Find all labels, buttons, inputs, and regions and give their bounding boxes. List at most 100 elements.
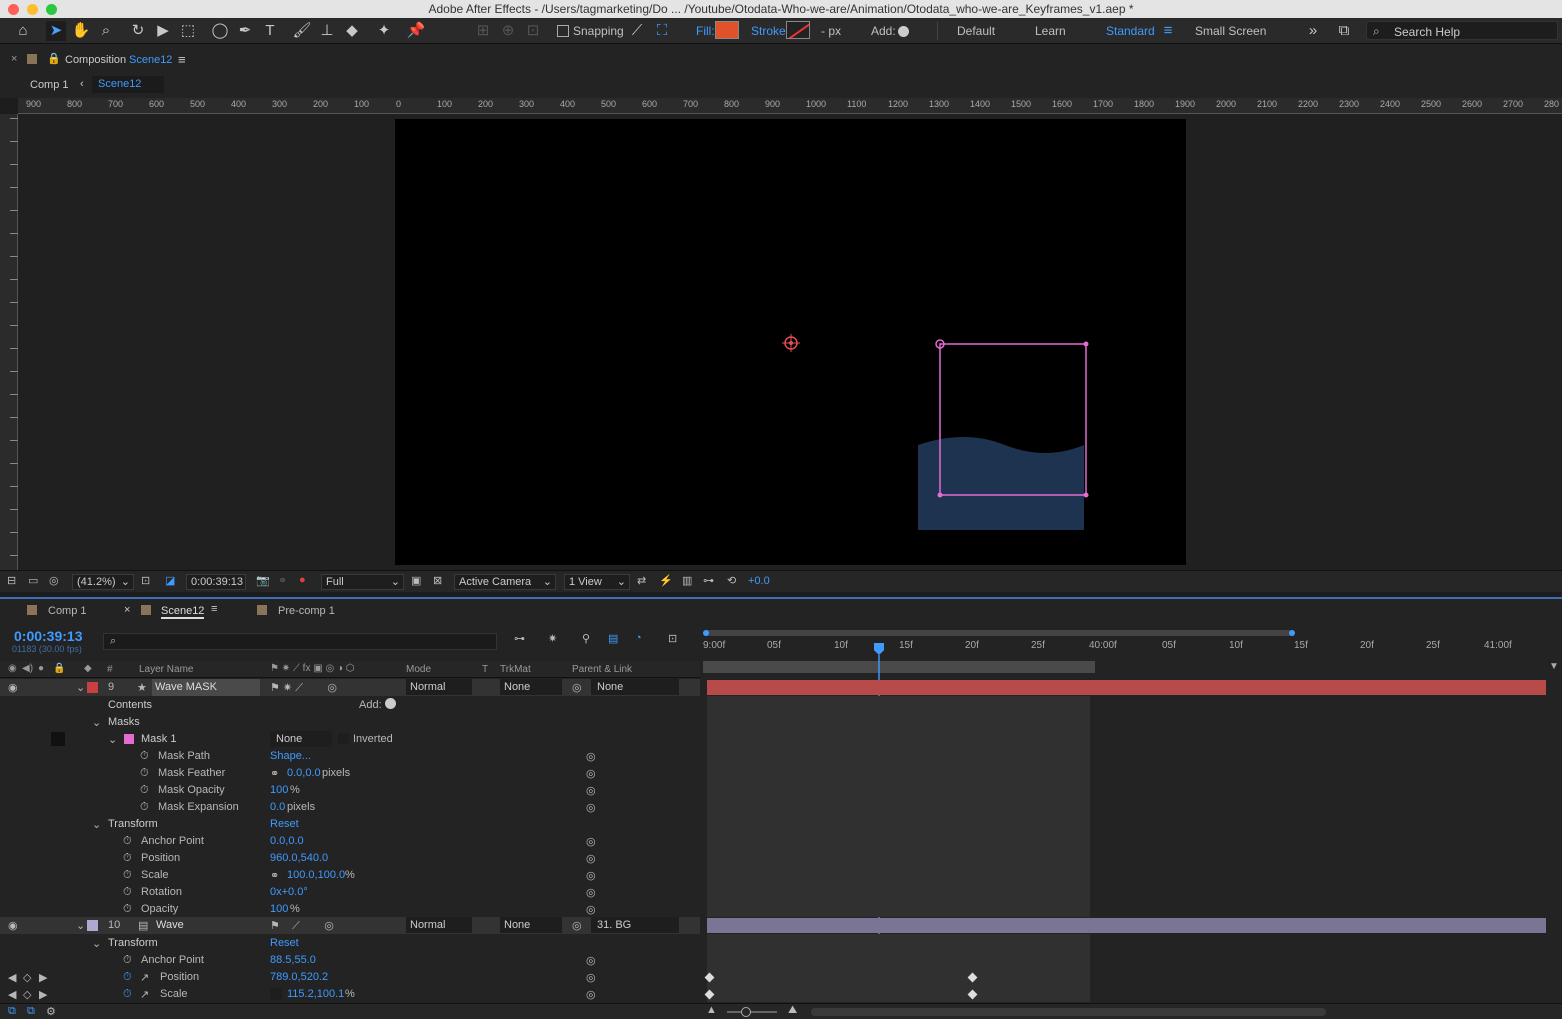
pickwhip-icon[interactable]: ◎ [586,784,596,797]
layer-bar-wave[interactable] [707,918,1546,933]
stopwatch-icon[interactable]: ⏱ [140,784,149,797]
zoom-window-button[interactable] [46,4,57,15]
lock-icon[interactable]: 🔒 [53,663,65,674]
parent-dropdown[interactable]: 31. BG [591,917,679,933]
frame-blending-icon[interactable]: ▤ [608,632,618,645]
hand-tool-icon[interactable]: ✋ [71,21,91,41]
stopwatch-icon[interactable]: ⏱ [123,886,132,899]
mask-expansion-row[interactable]: ⏱ Mask Expansion 0.0 pixels ◎ [0,799,700,816]
opacity-row[interactable]: ⏱ Opacity 100 % ◎ [0,901,700,918]
stopwatch-icon[interactable]: ⏱ [123,954,132,967]
mask-path-row[interactable]: ⏱ Mask Path Shape... ◎ [0,748,700,765]
layer-name[interactable]: Wave [156,919,184,931]
wave-position-row[interactable]: ◀ ◇ ▶ ⏱ ↗ Position 789.0,520.2 ◎ [0,969,700,986]
transform-group-row[interactable]: ⌄ Transform Reset [0,816,700,833]
zoom-out-icon[interactable]: ▲ [706,1004,717,1016]
snapshot-camera-icon[interactable]: 📷 [256,574,270,587]
timeline-horizontal-scrollbar[interactable] [811,1008,1326,1016]
stopwatch-icon[interactable]: ⏱ [123,903,132,916]
fast-previews-icon[interactable]: ⚡ [659,574,673,587]
timeline-current-time[interactable]: 0:00:39:13 [14,628,83,644]
pickwhip-icon[interactable]: ◎ [586,971,596,984]
fit-icon[interactable]: ⊡ [141,574,150,587]
mask-feather-row[interactable]: ⏱ Mask Feather ⚭ 0.0,0.0 pixels ◎ [0,765,700,782]
mask-vertex-handle[interactable] [937,492,943,498]
axis-local-icon[interactable]: ⊞ [473,21,493,41]
visibility-eye-icon[interactable]: ◉ [8,919,18,932]
comp-mini-flowchart-icon[interactable]: ⊶ [514,632,525,645]
lock-icon[interactable]: 🔒 [47,52,61,65]
axis-view-icon[interactable]: ⊡ [523,21,543,41]
region-of-interest-icon[interactable]: ▣ [411,574,421,587]
selection-tool-icon[interactable]: ➤ [46,21,66,41]
mask-vertex-handle[interactable] [1083,341,1089,347]
panel-menu-icon[interactable]: ≡ [211,603,217,615]
prev-keyframe-icon[interactable]: ◀ [8,971,16,984]
expand-chevron-icon[interactable]: ⌄ [92,716,101,729]
stopwatch-icon[interactable]: ⏱ [140,750,149,763]
expand-chevron-icon[interactable]: ⌄ [76,681,85,694]
snap-options-icon[interactable]: ⟋ [627,21,647,41]
col-layer-name[interactable]: Layer Name [139,664,193,675]
wave-shape[interactable] [918,437,1084,530]
zoom-in-icon[interactable]: ⛰ [788,1004,797,1017]
add-content-button[interactable] [385,698,396,709]
switches-icons[interactable]: ⚑ ⟋ ◎ [270,919,334,933]
scale-row[interactable]: ⏱ Scale ⚭ 100.0,100.0 % ◎ [0,867,700,884]
pickwhip-icon[interactable]: ◎ [586,750,596,763]
close-tab-icon[interactable]: × [124,604,130,616]
workspace-learn[interactable]: Learn [1035,24,1066,38]
timeline-zoom-slider[interactable] [727,1007,777,1017]
toggle-pixel-aspect-icon[interactable]: ⇄ [637,574,646,587]
breadcrumb-scene12-tab[interactable]: Scene12 [92,76,164,93]
close-panel-icon[interactable]: × [11,53,17,65]
stroke-color-swatch[interactable] [786,21,810,39]
constrain-link-icon[interactable]: ⚭ [270,869,279,882]
layer-name[interactable]: Wave MASK [152,679,260,696]
zoom-marker-icon[interactable]: ▼ [1549,661,1559,672]
mode-dropdown[interactable]: Normal [406,917,472,933]
search-help-field[interactable]: ⌕ Search Help [1366,21,1558,40]
next-keyframe-icon[interactable]: ▶ [39,971,47,984]
add-keyframe-icon[interactable]: ◇ [23,988,31,1001]
expand-chevron-icon[interactable]: ⌄ [92,937,101,950]
stopwatch-icon[interactable]: ⏱ [123,835,132,848]
masks-group-row[interactable]: ⌄ Masks [0,714,700,731]
wave-scale-row[interactable]: ◀ ◇ ▶ ⏱ ↗ Scale 115.2,100.1 % ◎ [0,986,700,1003]
constrain-link-icon[interactable]: ⚭ [270,767,279,780]
composition-canvas[interactable] [395,119,1186,565]
stopwatch-icon[interactable]: ⏱ [123,971,132,984]
close-window-button[interactable] [8,4,19,15]
type-tool-icon[interactable]: T [260,21,280,41]
workspace-small-screen[interactable]: Small Screen [1195,24,1266,38]
zoom-dropdown[interactable]: (41.2%) ⌄ [72,574,134,590]
expand-chevron-icon[interactable]: ⌄ [92,818,101,831]
tab-precomp1[interactable]: Pre-comp 1 [278,605,335,617]
pickwhip-icon[interactable]: ◎ [586,954,596,967]
puppet-pin-tool-icon[interactable]: 📌 [406,21,426,41]
expand-chevron-icon[interactable]: ⌄ [76,919,85,932]
toggle-modes-icon[interactable]: ⧉ [27,1005,35,1018]
pickwhip-icon[interactable]: ◎ [586,801,596,814]
reset-transform-link[interactable]: Reset [270,937,299,949]
stopwatch-icon[interactable]: ⏱ [140,801,149,814]
zoom-tool-icon[interactable]: ⌕ [96,21,116,41]
snap-features-icon[interactable]: ⛶ [652,21,672,41]
position-row[interactable]: ⏱ Position 960.0,540.0 ◎ [0,850,700,867]
graph-editor-icon[interactable]: ⊡ [668,632,677,645]
axis-world-icon[interactable]: ⊕ [498,21,518,41]
workspace-menu-icon[interactable]: ≡ [1158,21,1178,41]
mask-visibility-icon[interactable]: ◎ [49,574,59,587]
mask-mode-dropdown[interactable]: None [270,731,332,747]
mask-vertex-handle[interactable] [1083,492,1089,498]
resolution-dropdown[interactable]: Full ⌄ [321,574,404,590]
snapping-checkbox[interactable] [557,25,569,37]
current-time-field[interactable]: 0:00:39:13 [186,574,246,590]
flowchart-icon[interactable]: ⊶ [703,574,714,587]
pickwhip-icon[interactable]: ◎ [572,681,582,694]
work-area-navigator[interactable] [703,630,1295,636]
tab-comp1[interactable]: Comp 1 [48,605,87,617]
video-visibility-icon[interactable]: ◉ [8,663,17,674]
stroke-label[interactable]: Stroke: [751,24,789,38]
layer-row-wave[interactable]: ◉ ⌄ 10 ▤ Wave ⚑ ⟋ ◎ Normal None ◎ 31. BG [0,917,700,934]
